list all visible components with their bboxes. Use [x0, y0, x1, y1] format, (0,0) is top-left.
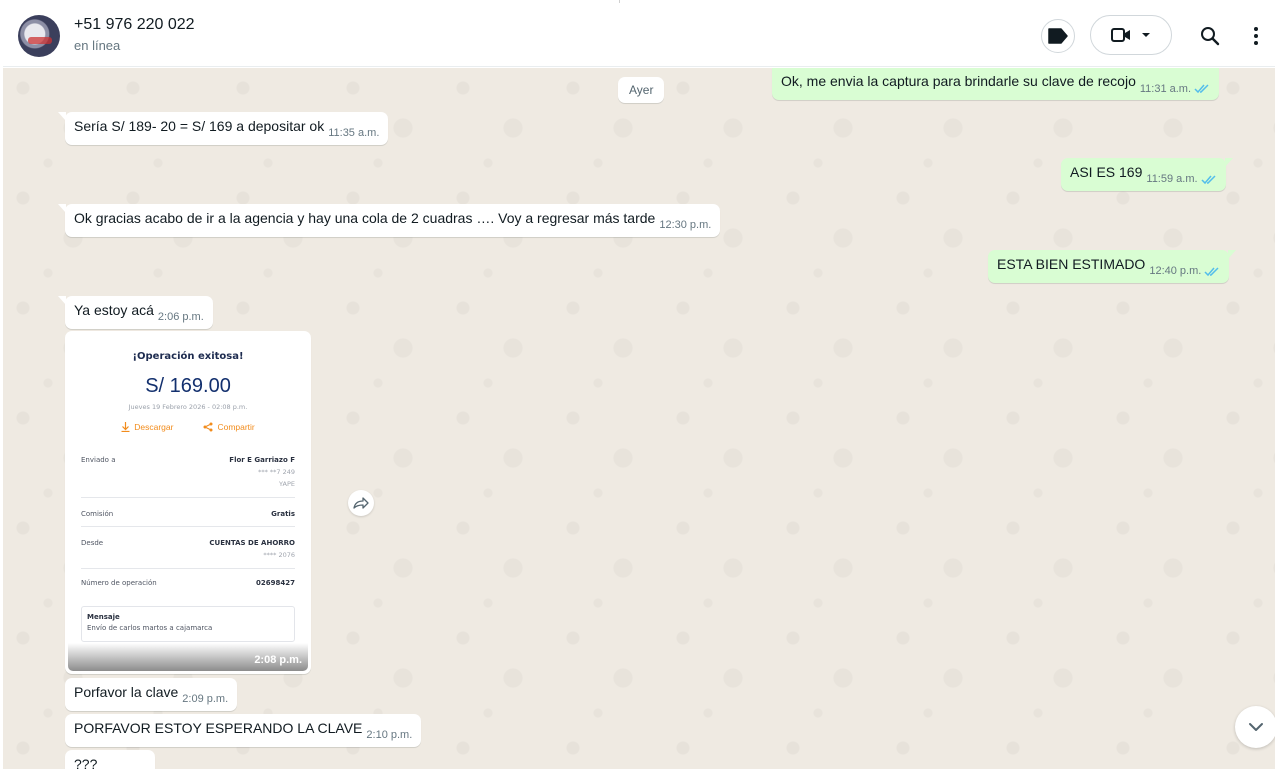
menu-icon [1254, 27, 1258, 45]
chevron-down-icon [1142, 33, 1150, 37]
scroll-to-bottom-button[interactable] [1235, 706, 1275, 748]
receipt-row-operation: Número de operación 02698427 [81, 579, 295, 589]
outgoing-message[interactable]: ASI ES 169 11:59 a.m. [1061, 158, 1233, 191]
forward-button[interactable] [348, 490, 374, 516]
receipt-label: Número de operación [81, 579, 157, 587]
receipt-row-sent-to: Enviado a Flor E Garriazo F *** **7 249 … [81, 456, 295, 492]
video-call-icon [1111, 28, 1130, 42]
label-button[interactable] [1041, 19, 1075, 53]
search-icon [1201, 27, 1220, 46]
receipt-label: Desde [81, 539, 104, 547]
incoming-message[interactable]: PORFAVOR ESTOY ESPERANDO LA CLAVE 2:10 p… [65, 714, 422, 747]
message-time: 2:09 p.m. [182, 693, 229, 705]
receipt-share: Compartir [203, 422, 255, 432]
message-text: ESTA BIEN ESTIMADO [997, 255, 1146, 272]
message-time: 12:30 p.m. [659, 219, 712, 231]
receipt-message-label: Mensaje [87, 613, 120, 621]
receipt-title: ¡Operación exitosa! [132, 351, 244, 362]
incoming-message[interactable]: Ok gracias acabo de ir a la agencia y ha… [57, 204, 721, 237]
search-button[interactable] [1193, 19, 1227, 53]
receipt-amount: S/ 169.00 [145, 375, 231, 397]
message-meta: 2:09 p.m. [182, 694, 228, 705]
message-meta: 2:06 p.m. [158, 312, 204, 323]
double-check-icon [1194, 84, 1209, 94]
contact-status: en línea [74, 38, 121, 53]
share-icon [203, 422, 213, 432]
video-call-button[interactable] [1090, 15, 1172, 55]
receipt-message-value: Envío de carlos martos a cajamarca [87, 624, 213, 632]
double-check-icon [1204, 266, 1219, 276]
receipt-actions: Descargar Compartir [68, 422, 308, 432]
receipt-row-commission: Comisión Gratis [81, 510, 295, 520]
message-text: Porfavor la clave [74, 683, 179, 700]
message-meta: 2:10 p.m. [366, 730, 412, 741]
double-check-icon [1201, 174, 1216, 184]
receipt-subvalue: *** **7 249 [258, 468, 295, 476]
message-meta: 11:35 a.m. [328, 128, 379, 139]
divider [81, 568, 295, 569]
contact-name[interactable]: +51 976 220 022 [74, 16, 195, 34]
message-text: ??? [74, 755, 98, 769]
message-time: 11:31 a.m. [1139, 82, 1192, 95]
incoming-message[interactable]: Porfavor la clave 2:09 p.m. [65, 678, 238, 711]
message-text: Ok gracias acabo de ir a la agencia y ha… [74, 209, 656, 226]
divider [81, 497, 295, 498]
incoming-message[interactable]: Sería S/ 189- 20 = S/ 169 a depositar ok… [57, 112, 389, 145]
receipt-label: Enviado a [81, 456, 116, 464]
chat-panel[interactable]: Ayer Ok, me envia la captura para brinda… [3, 68, 1275, 769]
receipt-subvalue: **** 2076 [263, 551, 295, 559]
image-message[interactable]: ¡Operación exitosa! S/ 169.00 Jueves 19 … [65, 331, 311, 674]
receipt-subvalue: YAPE [279, 480, 295, 488]
outgoing-message[interactable]: ESTA BIEN ESTIMADO 12:40 p.m. [988, 250, 1237, 283]
outgoing-message[interactable]: Ok, me envia la captura para brindarle s… [772, 68, 1220, 100]
chat-header: +51 976 220 022 en línea [3, 0, 1275, 67]
message-meta: 11:31 a.m. [1139, 82, 1210, 95]
receipt-label: Comisión [81, 510, 114, 518]
message-time: 2:10 p.m. [366, 729, 413, 741]
incoming-message[interactable]: ??? [65, 750, 155, 769]
receipt-download-label: Descargar [134, 422, 174, 432]
message-time: 11:59 a.m. [1146, 173, 1198, 185]
payment-receipt-image[interactable]: ¡Operación exitosa! S/ 169.00 Jueves 19 … [68, 334, 308, 671]
forward-icon [353, 497, 369, 509]
receipt-date: Jueves 19 Febrero 2026 - 02:08 p.m. [128, 403, 248, 411]
receipt-download: Descargar [121, 422, 173, 432]
message-text: Ya estoy acá [74, 301, 154, 318]
incoming-message[interactable]: Ya estoy acá 2:06 p.m. [58, 296, 213, 329]
receipt-value: 02698427 [256, 579, 295, 587]
date-chip: Ayer [618, 77, 665, 103]
receipt-share-label: Compartir [217, 422, 255, 432]
window-divider [619, 0, 620, 3]
message-time: 2:08 p.m. [254, 654, 302, 666]
message-time: 11:35 a.m. [328, 127, 380, 139]
receipt-value: CUENTAS DE AHORRO [209, 539, 295, 547]
divider [81, 526, 295, 527]
chevron-down-icon [1249, 723, 1263, 731]
menu-button[interactable] [1241, 19, 1271, 53]
message-text: Sería S/ 189- 20 = S/ 169 a depositar ok [74, 117, 325, 134]
message-text: Ok, me envia la captura para brindarle s… [781, 73, 1136, 89]
message-time: 12:40 p.m. [1149, 265, 1202, 277]
receipt-value: Gratis [271, 510, 295, 518]
label-icon [1048, 28, 1068, 44]
message-meta: 11:59 a.m. [1146, 174, 1216, 185]
receipt-row-from: Desde CUENTAS DE AHORRO **** 2076 [81, 539, 295, 563]
message-meta: 12:40 p.m. [1149, 266, 1220, 277]
message-time: 2:06 p.m. [157, 311, 204, 323]
download-icon [121, 422, 130, 432]
receipt-message-box: Mensaje Envío de carlos martos a cajamar… [81, 606, 295, 642]
message-text: ASI ES 169 [1070, 163, 1143, 180]
receipt-value: Flor E Garriazo F [229, 456, 295, 464]
message-text: PORFAVOR ESTOY ESPERANDO LA CLAVE [74, 719, 363, 736]
avatar[interactable] [18, 15, 60, 57]
message-meta: 12:30 p.m. [659, 220, 711, 231]
